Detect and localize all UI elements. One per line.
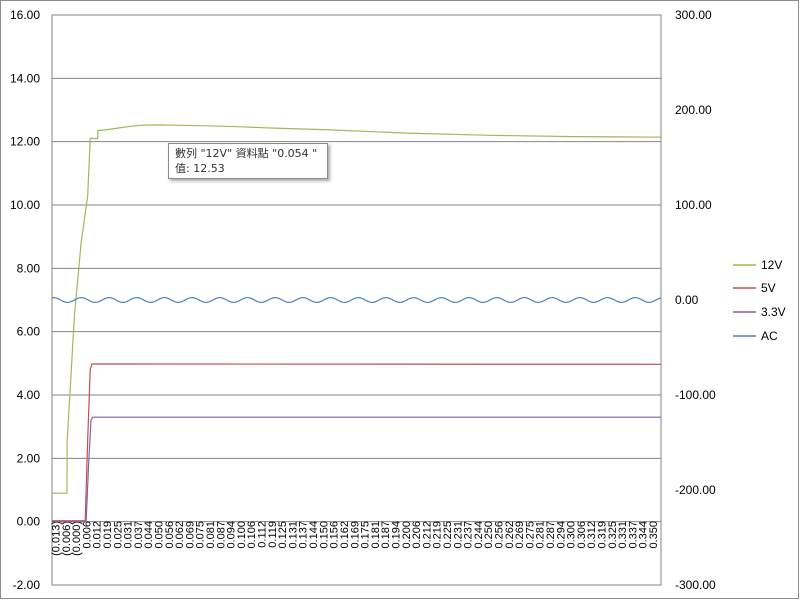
legend-label: 12V xyxy=(761,258,782,272)
series-line-12v xyxy=(52,124,662,494)
y-right-tick-label: 200.00 xyxy=(675,103,712,117)
legend-label: 3.3V xyxy=(761,305,786,319)
x-tick-label: 0.350 xyxy=(648,521,660,549)
series-line-5v xyxy=(52,363,662,522)
y-left-tick-label: 16.00 xyxy=(10,8,40,22)
series-line-ac xyxy=(51,296,662,304)
y-left-tick-label: 10.00 xyxy=(10,198,40,212)
legend-label: AC xyxy=(761,329,778,343)
y-left-tick-label: 2.00 xyxy=(17,451,41,465)
legend-label: 5V xyxy=(761,281,776,295)
y-left-tick-label: -2.00 xyxy=(13,578,41,592)
y-right-tick-label: -300.00 xyxy=(675,578,716,592)
y-right-tick-label: 0.00 xyxy=(675,293,699,307)
series-line-3-3v xyxy=(52,416,661,523)
y-left-tick-label: 6.00 xyxy=(17,325,41,339)
line-chart: -2.00 0.00 2.00 4.00 6.00 8.00 10.00 12.00 14.00… xyxy=(10,8,786,592)
y-right-tick-label: -100.00 xyxy=(675,388,716,402)
tooltip-series-line: 數列 "12V" 資料點 "0.054 " xyxy=(175,147,318,160)
y-right-tick-label: 300.00 xyxy=(675,8,712,22)
data-point-tooltip: 數列 "12V" 資料點 "0.054 " 值: 12.53 xyxy=(168,143,328,179)
tooltip-value-line: 值: 12.53 xyxy=(175,162,225,175)
y-left-tick-label: 14.00 xyxy=(10,71,40,85)
y-left-tick-label: 0.00 xyxy=(17,515,41,529)
y-right-tick-label: -200.00 xyxy=(675,483,716,497)
y-left-tick-label: 4.00 xyxy=(17,388,41,402)
y-left-tick-label: 8.00 xyxy=(17,261,41,275)
y-right-tick-label: 100.00 xyxy=(675,198,712,212)
y-left-tick-label: 12.00 xyxy=(10,135,40,149)
